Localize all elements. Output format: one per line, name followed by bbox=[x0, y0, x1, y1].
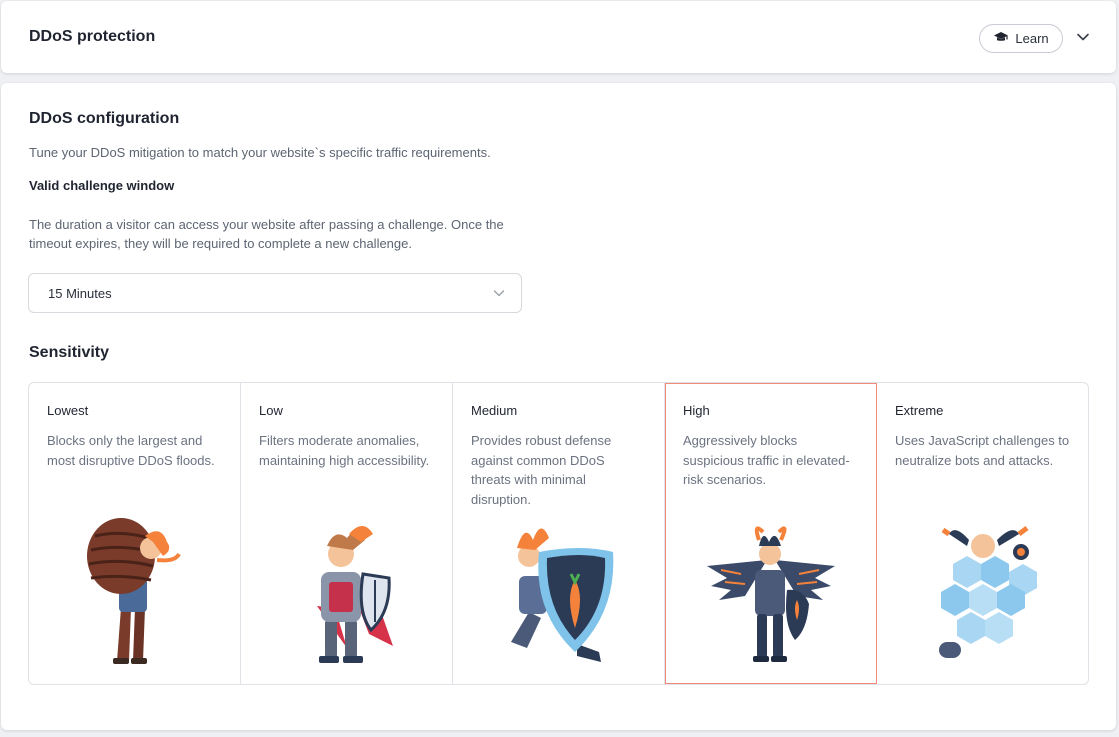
option-description: Provides robust defense against common D… bbox=[471, 433, 612, 507]
option-name: High bbox=[683, 403, 710, 418]
kneeling-warrior-carrot-shield-icon bbox=[510, 528, 613, 662]
chevron-down-icon bbox=[1077, 33, 1089, 41]
select-value: 15 Minutes bbox=[48, 285, 112, 301]
sensitivity-option-lowest[interactable]: Lowest Blocks only the largest and most … bbox=[29, 383, 241, 684]
option-name: Lowest bbox=[47, 403, 89, 418]
hexagon-shielded-robot-icon bbox=[938, 526, 1037, 658]
challenge-window-select[interactable]: 15 Minutes bbox=[28, 273, 522, 313]
option-description: Filters moderate anomalies, maintaining … bbox=[259, 433, 430, 468]
section-description: Tune your DDoS mitigation to match your … bbox=[29, 145, 491, 160]
chevron-down-icon bbox=[493, 290, 505, 297]
armored-knight-shield-icon bbox=[316, 526, 393, 663]
challenge-window-description-line-1: The duration a visitor can access your w… bbox=[29, 217, 504, 232]
sensitivity-title: Sensitivity bbox=[29, 344, 110, 361]
sensitivity-option-low[interactable]: Low Filters moderate anomalies, maintain… bbox=[241, 383, 453, 684]
challenge-window-description-line-2: timeout expires, they will be required t… bbox=[29, 236, 412, 251]
option-name: Low bbox=[259, 403, 283, 418]
option-name: Medium bbox=[471, 403, 518, 418]
sensitivity-option-high[interactable]: High Aggressively blocks suspicious traf… bbox=[665, 383, 877, 684]
section-title: DDoS configuration bbox=[29, 110, 180, 127]
sensitivity-option-medium[interactable]: Medium Provides robust defense against c… bbox=[453, 383, 665, 684]
sensitivity-option-extreme[interactable]: Extreme Uses JavaScript challenges to ne… bbox=[877, 383, 1088, 684]
graduation-cap-icon bbox=[993, 29, 1009, 48]
option-description: Aggressively blocks suspicious traffic i… bbox=[683, 433, 850, 487]
page-title: DDoS protection bbox=[29, 28, 156, 45]
collapse-button[interactable] bbox=[1073, 27, 1093, 47]
ddos-configuration-card: DDoS configuration Tune your DDoS mitiga… bbox=[1, 83, 1116, 730]
option-name: Extreme bbox=[895, 403, 944, 418]
ddos-protection-header: DDoS protection Learn bbox=[1, 1, 1116, 73]
sensitivity-options: Lowest Blocks only the largest and most … bbox=[28, 382, 1089, 685]
winged-armored-warrior-icon bbox=[706, 526, 835, 662]
shield-bearer-wooden-shield-icon bbox=[86, 518, 181, 664]
learn-button[interactable]: Learn bbox=[979, 24, 1063, 53]
option-description: Uses JavaScript challenges to neutralize… bbox=[895, 433, 1070, 468]
challenge-window-label: Valid challenge window bbox=[29, 178, 175, 193]
option-description: Blocks only the largest and most disrupt… bbox=[47, 433, 215, 468]
learn-label: Learn bbox=[1015, 31, 1049, 46]
